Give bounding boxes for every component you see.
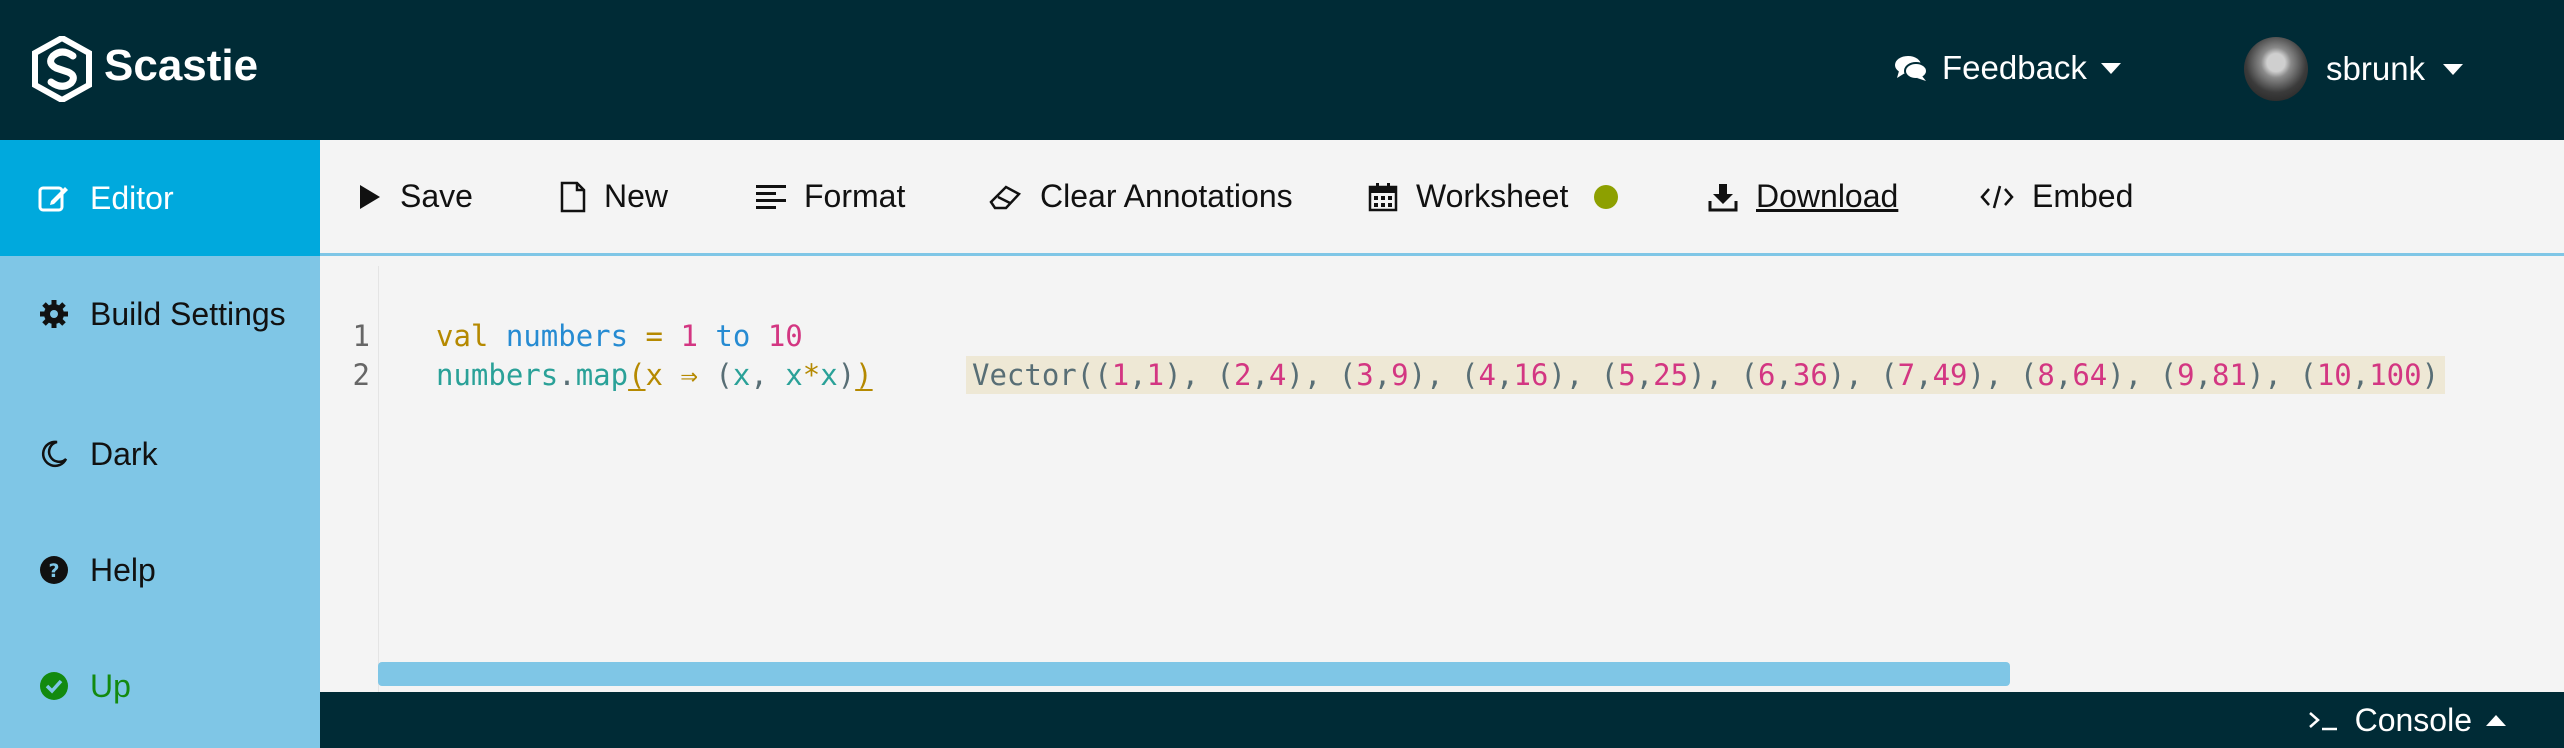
avatar [2244,37,2308,101]
result-value: 25 [1653,358,1689,392]
chevron-down-icon [2443,63,2464,75]
download-button[interactable]: Download [1708,140,1898,253]
edit-icon [36,180,72,216]
code-line: numbers.map(x ⇒ (x, x*x)) [436,358,873,392]
result-value: 5 [1618,358,1636,392]
result-value: 36 [1792,358,1828,392]
result-value: 9 [1391,358,1409,392]
comments-icon [1895,56,1928,81]
console-label: Console [2354,701,2472,738]
terminal-icon [2308,712,2337,731]
sidebar-item-status[interactable]: Up [0,628,320,744]
result-value: 3 [1356,358,1374,392]
worksheet-button[interactable]: Worksheet [1368,140,1619,253]
toolbar: Save New Format Clear Annotations Worksh… [320,140,2564,256]
format-label: Format [804,178,906,214]
username-label: sbrunk [2326,50,2426,87]
sidebar-item-help[interactable]: ? Help [0,512,320,628]
embed-label: Embed [2032,178,2134,214]
result-value: 4 [1268,358,1287,392]
sidebar-item-label: Help [90,551,156,588]
console-toggle-button[interactable]: Console [2307,700,2506,740]
top-bar: Scastie Feedback sbrunk [0,0,2564,140]
sidebar-item-editor[interactable]: Editor [0,140,320,256]
clear-annotations-label: Clear Annotations [1040,178,1293,214]
new-label: New [604,178,669,214]
line-number: 2 [352,358,370,392]
scastie-logo-icon [32,36,92,102]
result-value: 10 [2316,358,2352,392]
check-circle-icon [36,668,72,704]
play-icon [360,184,380,209]
save-button[interactable]: Save [358,140,473,253]
worksheet-status-dot [1594,184,1619,209]
result-value: 1 [1146,358,1165,392]
eraser-icon [989,184,1022,209]
result-value: 9 [2177,358,2195,392]
question-circle-icon: ? [36,552,72,588]
new-button[interactable]: New [560,140,668,253]
sidebar-item-dark[interactable]: Dark [0,396,320,512]
gear-icon [36,296,72,332]
clear-annotations-button[interactable]: Clear Annotations [988,140,1293,253]
sidebar-item-label: Build Settings [90,295,286,332]
embed-button[interactable]: Embed [1980,140,2133,253]
feedback-dropdown[interactable]: Feedback [1894,46,2121,90]
result-value: 64 [2072,358,2108,392]
result-value: 8 [2037,358,2055,392]
feedback-label: Feedback [1942,49,2087,86]
result-value: 4 [1478,358,1496,392]
result-value: 100 [2369,358,2422,392]
align-left-icon [756,184,786,209]
line-number-gutter: 1 2 [320,266,379,692]
result-value: 81 [2212,358,2247,392]
download-icon [1708,183,1738,211]
horizontal-scrollbar[interactable] [378,662,2010,686]
sidebar: Editor Build Settings Dark ? Help Up [0,140,320,748]
line-number: 1 [352,319,370,353]
result-value: 2 [1233,358,1252,392]
save-label: Save [400,178,473,214]
chevron-up-icon [2486,714,2506,726]
user-menu[interactable]: sbrunk [2244,36,2464,102]
file-icon [560,181,586,212]
download-label: Download [1756,178,1899,214]
code-line: val numbers = 1 to 10 [436,319,803,353]
result-value: 7 [1897,358,1916,392]
result-value: 6 [1757,358,1776,392]
sidebar-item-label: Dark [90,435,158,472]
result-prefix: Vector [972,358,1077,392]
brand-title: Scastie [104,41,259,90]
result-value: 1 [1111,358,1130,392]
sidebar-item-label: Editor [90,179,174,216]
chevron-down-icon [2100,62,2121,74]
inline-result: Vector((1,1), (2,4), (3,9), (4,16), (5,2… [966,356,2446,394]
worksheet-label: Worksheet [1416,178,1569,214]
moon-icon [36,436,72,472]
code-editor[interactable]: 1 2 val numbers = 1 to 10 numbers.map(x … [320,256,2564,692]
format-button[interactable]: Format [756,140,905,253]
calendar-icon [1368,182,1398,211]
result-value: 16 [1513,358,1549,392]
result-value: 49 [1932,358,1968,392]
sidebar-item-build-settings[interactable]: Build Settings [0,256,320,372]
sidebar-item-label: Up [90,667,131,704]
console-bar: Console [320,692,2564,748]
result-pairs: (1,1), (2,4), (3,9), (4,16), (5,25), (6,… [1094,358,2440,392]
svg-text:?: ? [48,560,59,582]
code-icon [1980,185,2014,208]
